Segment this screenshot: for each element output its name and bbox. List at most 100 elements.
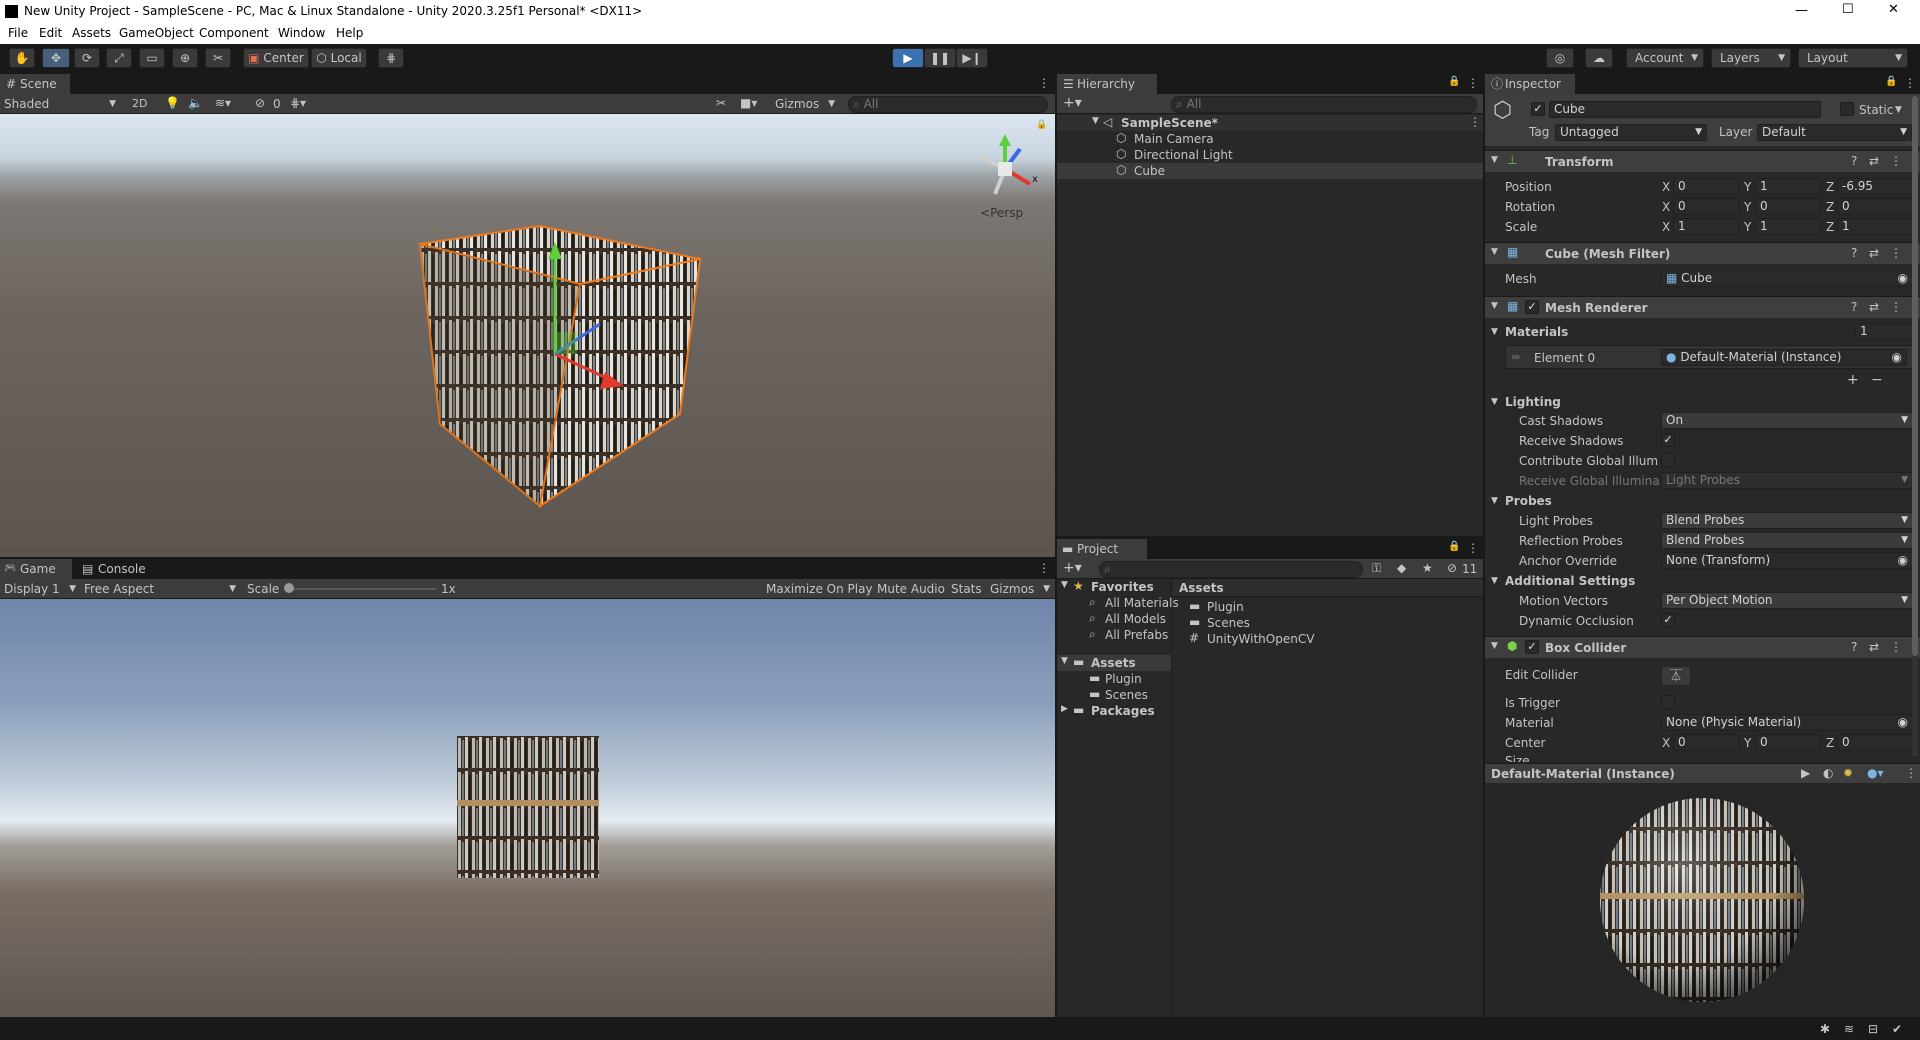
mesh-object-field[interactable]: ▦ Cube ◉ xyxy=(1661,270,1913,287)
orientation-gizmo-icon[interactable] xyxy=(970,134,1040,204)
mute-audio-toggle[interactable]: Mute Audio xyxy=(877,582,945,596)
preset-icon[interactable]: ⇄ xyxy=(1869,154,1879,168)
filter-label-icon[interactable]: ◆ xyxy=(1397,561,1406,575)
favorite-item[interactable]: ⌕ All Prefabs xyxy=(1057,627,1171,643)
center-z-field[interactable]: 0 xyxy=(1837,734,1913,751)
dynamic-occlusion-checkbox[interactable]: ✓ xyxy=(1661,613,1675,627)
center-x-field[interactable]: 0 xyxy=(1673,734,1739,751)
scene-viewport[interactable]: x <Persp 🔒 xyxy=(0,114,1055,557)
tab-scene[interactable]: # Scene xyxy=(0,74,70,94)
add-object-button[interactable]: +▾ xyxy=(1063,95,1082,111)
panel-menu-icon[interactable]: ⋮ xyxy=(1904,76,1916,90)
minimize-button[interactable]: — xyxy=(1795,3,1808,18)
add-element-button[interactable]: + xyxy=(1847,372,1859,388)
object-picker-icon[interactable]: ◉ xyxy=(1898,715,1908,730)
hierarchy-item[interactable]: ⬡ Main Camera xyxy=(1057,131,1483,147)
help-icon[interactable]: ? xyxy=(1851,154,1857,168)
tab-inspector[interactable]: ⓘ Inspector xyxy=(1485,74,1575,94)
collapse-arrow-icon[interactable]: ▼ xyxy=(1491,496,1498,506)
anchor-override-field[interactable]: None (Transform) ◉ xyxy=(1661,552,1913,569)
display-dropdown[interactable]: Display 1 ▼ xyxy=(4,580,76,598)
edit-collider-button[interactable]: ⏄ xyxy=(1661,666,1691,686)
preview-menu-icon[interactable]: ⋮ xyxy=(1905,766,1917,780)
static-checkbox[interactable] xyxy=(1840,102,1854,116)
preview-light-icon[interactable]: ✹ xyxy=(1843,766,1853,780)
preset-icon[interactable]: ⇄ xyxy=(1869,300,1879,314)
move-tool-button[interactable]: ✥ xyxy=(42,48,70,68)
mesh-filter-header[interactable]: ▼ ▦ Cube (Mesh Filter) ? ⇄ ⋮ xyxy=(1485,242,1920,264)
chevron-down-icon[interactable]: ▼ xyxy=(1895,105,1902,115)
lock-icon[interactable]: 🔒 xyxy=(1448,541,1460,552)
aspect-dropdown[interactable]: Free Aspect ▼ xyxy=(84,580,236,598)
favorite-item[interactable]: ⌕ All Materials xyxy=(1057,595,1179,611)
grid-toggle-icon[interactable]: ⋕▾ xyxy=(290,96,306,110)
breadcrumb-assets[interactable]: Assets xyxy=(1179,581,1224,595)
audio-toggle-icon[interactable]: 🔈 xyxy=(188,96,203,110)
scale-slider-track[interactable] xyxy=(288,588,436,590)
is-trigger-checkbox[interactable] xyxy=(1661,695,1675,709)
lighting-toggle-icon[interactable]: 💡 xyxy=(165,96,180,110)
favorite-star-icon[interactable]: ★ xyxy=(1422,561,1433,575)
play-preview-icon[interactable]: ▶ xyxy=(1801,766,1810,780)
layers-icon[interactable]: ≋ xyxy=(1844,1022,1854,1036)
menu-gameobject[interactable]: GameObject xyxy=(119,26,194,40)
rotate-tool-button[interactable]: ⟳ xyxy=(74,48,100,68)
grid-snap-button[interactable]: ⋕ xyxy=(378,48,404,68)
filter-type-icon[interactable]: ⚿ xyxy=(1372,561,1381,576)
custom-tool-button[interactable]: ✂ xyxy=(205,48,231,68)
tab-console[interactable]: ▤ Console xyxy=(78,559,158,579)
scene-root-row[interactable]: ▼ ◁ SampleScene* ⋮ xyxy=(1057,115,1483,131)
panel-menu-icon[interactable]: ⋮ xyxy=(1038,561,1050,575)
tools-icon[interactable]: ✂ xyxy=(716,96,726,110)
contribute-gi-checkbox[interactable] xyxy=(1661,453,1675,467)
game-gizmos-dropdown[interactable]: Gizmos ▼ xyxy=(990,580,1050,598)
preview-sphere-icon[interactable]: ●▾ xyxy=(1867,766,1884,780)
hierarchy-search-input[interactable]: ⌕ All xyxy=(1171,96,1477,113)
help-icon[interactable]: ? xyxy=(1851,640,1857,654)
drag-handle-icon[interactable]: ═ xyxy=(1512,350,1519,364)
physic-material-field[interactable]: None (Physic Material) ◉ xyxy=(1661,714,1913,731)
lock-icon[interactable]: 🔒 xyxy=(1885,76,1897,87)
cache-icon[interactable]: ⊟ xyxy=(1868,1022,1878,1036)
maximize-on-play-toggle[interactable]: Maximize On Play xyxy=(766,582,873,596)
menu-help[interactable]: Help xyxy=(336,26,363,40)
cast-shadows-dropdown[interactable]: On ▼ xyxy=(1661,412,1913,429)
lock-icon[interactable]: 🔒 xyxy=(1448,76,1460,87)
box-collider-header[interactable]: ▼ ⬢ ✓ Box Collider ? ⇄ ⋮ xyxy=(1485,636,1920,658)
stats-toggle[interactable]: Stats xyxy=(951,582,982,596)
tag-dropdown[interactable]: Untagged ▼ xyxy=(1555,124,1707,141)
pivot-center-toggle[interactable]: ▣ Center xyxy=(243,48,309,68)
rotation-x-field[interactable]: 0 xyxy=(1673,198,1739,215)
packages-row[interactable]: ▶ ▬ Packages xyxy=(1057,703,1171,719)
check-icon[interactable]: ✔ xyxy=(1892,1022,1902,1036)
mesh-renderer-header[interactable]: ▼ ▦ ✓ Mesh Renderer ? ⇄ ⋮ xyxy=(1485,296,1920,318)
layer-dropdown[interactable]: Default ▼ xyxy=(1757,124,1912,141)
position-z-field[interactable]: -6.95 xyxy=(1837,178,1913,195)
close-button[interactable]: ✕ xyxy=(1888,2,1899,17)
hierarchy-item[interactable]: ⬡ Directional Light xyxy=(1057,147,1483,163)
preset-icon[interactable]: ⇄ xyxy=(1869,246,1879,260)
account-dropdown[interactable]: Account ▼ xyxy=(1626,48,1704,68)
collapse-arrow-icon[interactable]: ▼ xyxy=(1491,397,1498,407)
object-picker-icon[interactable]: ◉ xyxy=(1898,271,1908,286)
favorites-row[interactable]: ▼ ★ Favorites xyxy=(1057,579,1171,595)
tab-hierarchy[interactable]: ☰ Hierarchy xyxy=(1057,74,1157,94)
panel-menu-icon[interactable]: ⋮ xyxy=(1038,76,1050,90)
create-asset-button[interactable]: +▾ xyxy=(1063,560,1082,576)
object-name-input[interactable]: Cube xyxy=(1549,101,1821,118)
file-item[interactable]: # UnityWithOpenCV xyxy=(1173,631,1483,647)
collab-button[interactable]: ◎ xyxy=(1546,48,1574,68)
scale-slider-thumb[interactable] xyxy=(284,583,294,593)
scale-z-field[interactable]: 1 xyxy=(1837,218,1913,235)
hidden-packages-icon[interactable]: ⊘ xyxy=(1447,561,1457,575)
hidden-objects-icon[interactable]: ⊘ xyxy=(255,96,265,110)
rotation-z-field[interactable]: 0 xyxy=(1837,198,1913,215)
position-x-field[interactable]: 0 xyxy=(1673,178,1739,195)
scale-x-field[interactable]: 1 xyxy=(1673,218,1739,235)
tab-project[interactable]: ▬ Project xyxy=(1057,539,1147,559)
panel-menu-icon[interactable]: ⋮ xyxy=(1467,541,1479,555)
preview-shape-icon[interactable]: ◐ xyxy=(1823,766,1833,780)
asset-folder-row[interactable]: ▬ Scenes xyxy=(1057,687,1171,703)
hierarchy-item-selected[interactable]: ⬡ Cube xyxy=(1057,163,1483,179)
scale-y-field[interactable]: 1 xyxy=(1755,218,1821,235)
